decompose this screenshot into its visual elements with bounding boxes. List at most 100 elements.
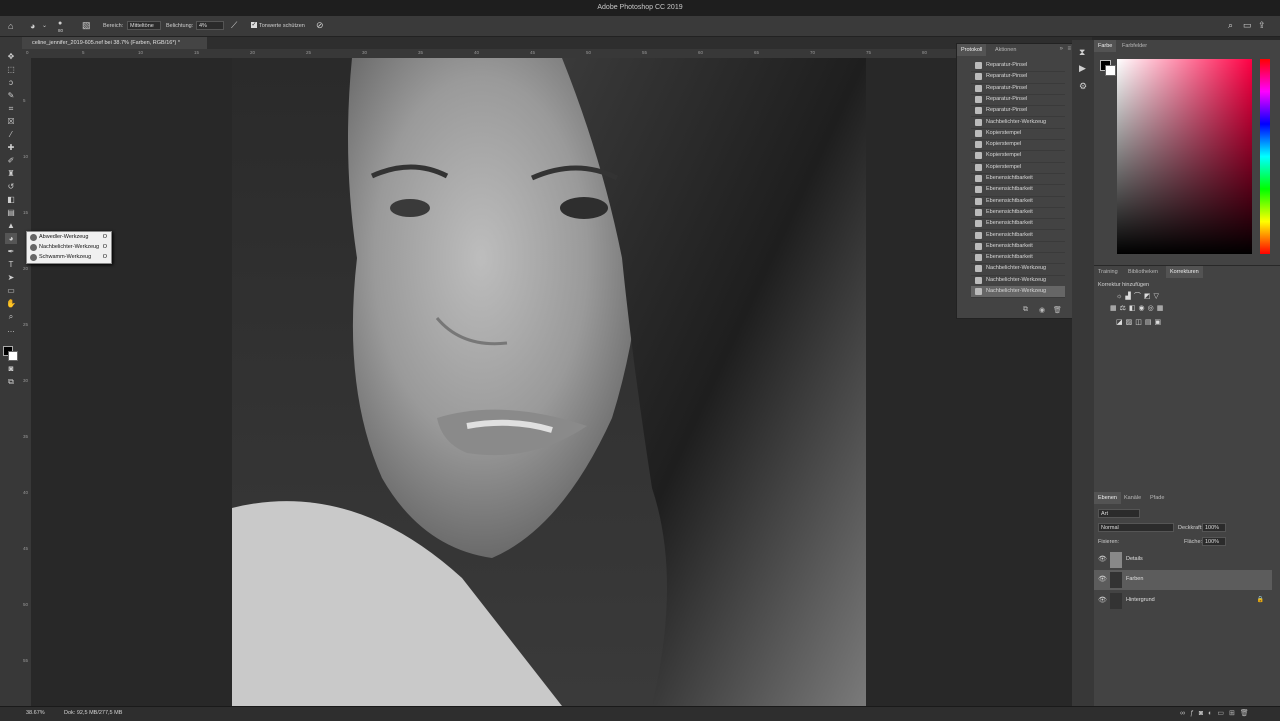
exposure-input[interactable]: 4% xyxy=(196,21,224,30)
tab-farbfelder[interactable]: Farbfelder xyxy=(1118,40,1151,52)
flyout-item-sponge[interactable]: Schwamm-Werkzeug O xyxy=(29,253,109,262)
panel-menu-icon[interactable]: ≡ xyxy=(1067,46,1071,52)
range-select[interactable]: Mitteltöne xyxy=(127,21,161,30)
zoom-tool-icon[interactable]: ⌕ xyxy=(5,311,17,322)
history-panel-icon[interactable]: ⧗ xyxy=(1079,48,1085,57)
link-icon[interactable]: ∞ xyxy=(1180,710,1190,717)
blur-tool-icon[interactable]: ▲ xyxy=(5,220,17,231)
layer-filter-select[interactable]: Art xyxy=(1098,509,1140,518)
adjustment-layer-icon[interactable]: ◐ xyxy=(1208,710,1217,717)
document-image[interactable] xyxy=(232,58,866,706)
type-tool-icon[interactable]: T xyxy=(5,259,17,270)
search-icon[interactable]: ⌕ xyxy=(1228,21,1233,30)
brightness-icon[interactable]: ☼ xyxy=(1116,293,1125,300)
brush-preview-icon[interactable]: ● xyxy=(58,19,62,28)
tab-protokoll[interactable]: Protokoll xyxy=(957,44,987,56)
brush-settings-icon[interactable]: ▧ xyxy=(82,21,91,30)
quick-select-tool-icon[interactable]: ✎ xyxy=(5,90,17,101)
pressure-size-icon[interactable]: ⊘ xyxy=(316,21,324,30)
history-item[interactable]: Nachbelichter-Werkzeug xyxy=(971,286,1065,299)
eye-icon[interactable]: 👁 xyxy=(1098,555,1107,563)
tab-bibliotheken[interactable]: Bibliotheken xyxy=(1124,266,1162,278)
black-white-icon[interactable]: ◧ xyxy=(1129,305,1139,312)
new-layer-icon[interactable]: ⊞ xyxy=(1229,710,1240,717)
flyout-item-dodge[interactable]: Abwedler-Werkzeug O xyxy=(29,233,109,242)
mask-icon[interactable]: ◙ xyxy=(1199,710,1208,717)
trash-icon[interactable]: 🗑 xyxy=(1053,306,1062,314)
trash-icon[interactable]: 🗑 xyxy=(1240,710,1254,717)
posterize-icon[interactable]: ▨ xyxy=(1126,319,1136,326)
tab-ebenen[interactable]: Ebenen xyxy=(1094,492,1121,504)
hand-tool-icon[interactable]: ✋ xyxy=(5,298,17,309)
color-picker-field[interactable] xyxy=(1117,59,1252,254)
eye-icon[interactable]: 👁 xyxy=(1098,596,1107,604)
color-lookup-icon[interactable]: ▦ xyxy=(1157,305,1167,312)
hue-slider[interactable] xyxy=(1260,59,1270,254)
tab-pfade[interactable]: Pfade xyxy=(1146,492,1168,504)
exposure-icon[interactable]: ◩ xyxy=(1144,293,1154,300)
tab-training[interactable]: Training xyxy=(1094,266,1122,278)
burn-tool-preset-icon[interactable]: ◕ xyxy=(30,22,35,31)
airbrush-icon[interactable]: ⟋ xyxy=(231,21,237,30)
ruler-left[interactable]: 5 10 15 20 25 30 35 40 45 50 55 xyxy=(22,58,31,706)
layer-row-farben[interactable]: 👁 Farben xyxy=(1094,570,1272,590)
share-icon[interactable]: ⇪ xyxy=(1258,21,1266,30)
burn-tool-icon[interactable]: ◕ xyxy=(5,233,17,244)
gradient-map-icon[interactable]: ▤ xyxy=(1145,319,1155,326)
lasso-tool-icon[interactable]: ↄ xyxy=(5,77,17,88)
tab-korrekturen[interactable]: Korrekturen xyxy=(1166,266,1203,278)
layer-row-details[interactable]: 👁 Details xyxy=(1094,550,1272,570)
tab-kanaele[interactable]: Kanäle xyxy=(1120,492,1145,504)
fx-icon[interactable]: ƒ xyxy=(1190,710,1199,717)
vibrance-icon[interactable]: ▽ xyxy=(1153,293,1161,300)
photo-filter-icon[interactable]: ◉ xyxy=(1139,305,1148,312)
move-tool-icon[interactable]: ✥ xyxy=(5,51,17,62)
home-icon[interactable]: ⌂ xyxy=(8,22,13,31)
background-color-swatch[interactable] xyxy=(8,351,18,361)
history-brush-tool-icon[interactable]: ↺ xyxy=(5,181,17,192)
tab-farbe[interactable]: Farbe xyxy=(1094,40,1117,52)
quick-mask-icon[interactable]: ◙ xyxy=(5,363,17,374)
protect-tones-checkbox[interactable]: ✓ xyxy=(251,22,257,28)
shape-tool-icon[interactable]: ▭ xyxy=(5,285,17,296)
hue-saturation-icon[interactable]: ▦ xyxy=(1110,305,1120,312)
crop-tool-icon[interactable]: ⌗ xyxy=(5,103,17,114)
flyout-item-burn[interactable]: Nachbelichter-Werkzeug O xyxy=(29,243,109,252)
color-panel-background[interactable] xyxy=(1105,65,1116,76)
levels-icon[interactable]: ▟ xyxy=(1125,293,1133,300)
eyedropper-tool-icon[interactable]: ⁄ xyxy=(5,129,17,140)
document-tab[interactable]: celine_jennifer_2019-605.nef bei 38.7% (… xyxy=(22,37,207,49)
blend-mode-select[interactable]: Normal xyxy=(1098,523,1174,532)
chevron-down-icon[interactable]: ⌄ xyxy=(42,22,47,31)
color-balance-icon[interactable]: ⚖ xyxy=(1120,305,1129,312)
adjustments-panel-icon[interactable]: ⚙ xyxy=(1079,82,1087,91)
screen-mode-icon[interactable]: ⧉ xyxy=(5,376,17,387)
folder-icon[interactable]: ▭ xyxy=(1217,710,1229,717)
healing-brush-tool-icon[interactable]: ✚ xyxy=(5,142,17,153)
new-document-from-state-icon[interactable]: ⧉ xyxy=(1023,306,1028,314)
more-tools-icon[interactable]: … xyxy=(5,324,17,335)
workspace-icon[interactable]: ▭ xyxy=(1243,21,1252,30)
fill-input[interactable]: 100% xyxy=(1202,537,1226,546)
brush-tool-icon[interactable]: ✐ xyxy=(5,155,17,166)
opacity-input[interactable]: 100% xyxy=(1202,523,1226,532)
clone-stamp-tool-icon[interactable]: ♜ xyxy=(5,168,17,179)
marquee-tool-icon[interactable]: ⬚ xyxy=(5,64,17,75)
channel-mixer-icon[interactable]: ◎ xyxy=(1148,305,1157,312)
path-select-tool-icon[interactable]: ➤ xyxy=(5,272,17,283)
selective-color-icon[interactable]: ▣ xyxy=(1155,319,1165,326)
eye-icon[interactable]: 👁 xyxy=(1098,575,1107,583)
collapse-icon[interactable]: » xyxy=(1060,46,1063,52)
eraser-tool-icon[interactable]: ◧ xyxy=(5,194,17,205)
zoom-level[interactable]: 38.67% xyxy=(26,710,45,716)
layer-row-hintergrund[interactable]: 👁 Hintergrund 🔒 xyxy=(1094,591,1272,611)
play-action-icon[interactable]: ▶ xyxy=(1079,64,1086,73)
curves-icon[interactable]: ⌒ xyxy=(1134,293,1144,300)
pen-tool-icon[interactable]: ✒ xyxy=(5,246,17,257)
frame-tool-icon[interactable]: ☒ xyxy=(5,116,17,127)
invert-icon[interactable]: ◪ xyxy=(1116,319,1126,326)
tab-aktionen[interactable]: Aktionen xyxy=(991,44,1020,56)
threshold-icon[interactable]: ◫ xyxy=(1135,319,1145,326)
camera-icon[interactable]: ◉ xyxy=(1039,306,1045,314)
gradient-tool-icon[interactable]: ▤ xyxy=(5,207,17,218)
